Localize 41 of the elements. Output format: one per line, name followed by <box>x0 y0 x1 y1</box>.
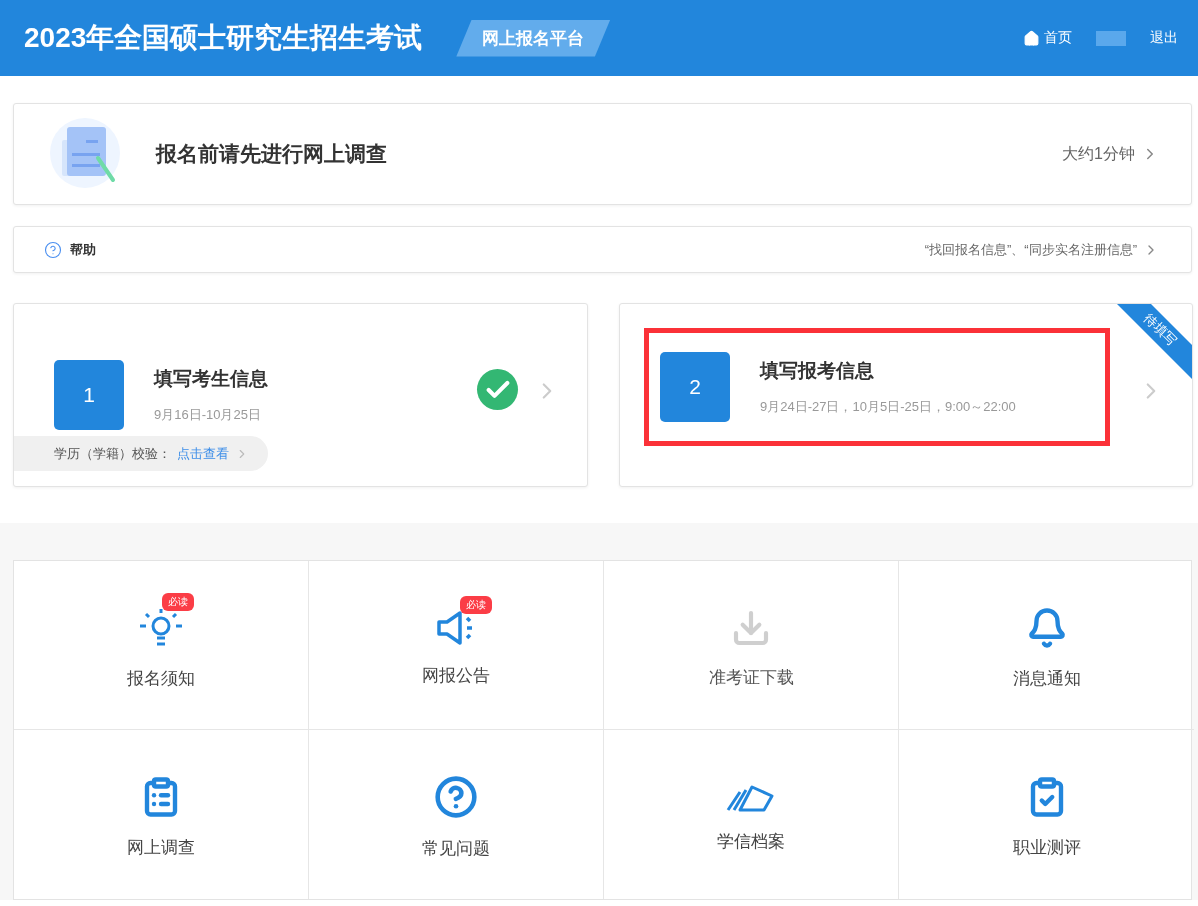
step-title: 填写报考信息 <box>760 359 875 383</box>
help-icon <box>434 775 478 819</box>
shortcut-tile[interactable]: 必读 网报公告 <box>309 561 604 730</box>
shortcut-label: 网上调查 <box>127 837 195 859</box>
shortcut-tile[interactable]: 职业测评 <box>899 730 1194 899</box>
platform-tag: 网上报名平台 <box>456 19 611 57</box>
shortcut-tile[interactable]: 学信档案 <box>604 730 899 899</box>
survey-title: 报名前请先进行网上调查 <box>156 141 387 167</box>
shortcut-label: 准考证下载 <box>708 666 794 689</box>
shortcut-tile[interactable]: 消息通知 <box>899 561 1194 730</box>
shortcut-label: 职业测评 <box>1012 837 1081 859</box>
lightbulb-icon <box>138 606 184 649</box>
shortcut-label: 报名须知 <box>127 667 195 690</box>
shortcut-tile[interactable]: 网上调查 <box>14 730 309 899</box>
home-link[interactable]: 首页 <box>1023 29 1072 47</box>
user-name-placeholder <box>1096 30 1126 46</box>
step-number: 1 <box>54 360 124 430</box>
step-card[interactable]: 1 填写考生信息 9月16日-10月25日 学历（学籍）校验： 点击查看 <box>13 303 588 487</box>
step-title: 填写考生信息 <box>154 367 268 391</box>
step-dates: 9月24日-27日，10月5日-25日，9:00～22:00 <box>760 398 1016 416</box>
survey-document-icon <box>50 118 122 190</box>
help-label: 帮助 <box>70 240 96 259</box>
shortcut-label: 常见问题 <box>422 838 490 860</box>
shortcut-label: 网报公告 <box>422 664 490 687</box>
survey-duration-link[interactable]: 大约1分钟 <box>1062 143 1159 165</box>
step-card[interactable]: 2 填写报考信息 9月24日-27日，10月5日-25日，9:00～22:00 待填写 <box>619 303 1193 487</box>
must-read-badge: 必读 <box>460 595 492 614</box>
shortcut-label: 消息通知 <box>1012 667 1081 690</box>
help-links[interactable]: “找回报名信息”、“同步实名注册信息” <box>924 240 1159 259</box>
shortcut-tile[interactable]: 常见问题 <box>309 730 604 899</box>
step-number: 2 <box>660 352 730 422</box>
home-icon <box>1023 29 1040 47</box>
shortcut-label: 学信档案 <box>717 831 785 853</box>
survey-card[interactable]: 报名前请先进行网上调查 大约1分钟 <box>13 103 1192 205</box>
logout-link[interactable]: 退出 <box>1150 29 1178 47</box>
verify-label: 学历（学籍）校验： <box>54 444 171 463</box>
help-icon <box>44 240 62 259</box>
shortcut-tile[interactable]: 必读 报名须知 <box>14 561 309 730</box>
site-title: 2023年全国硕士研究生招生考试 <box>24 21 423 55</box>
step-dates: 9月16日-10月25日 <box>154 406 262 424</box>
must-read-badge: 必读 <box>162 592 194 611</box>
